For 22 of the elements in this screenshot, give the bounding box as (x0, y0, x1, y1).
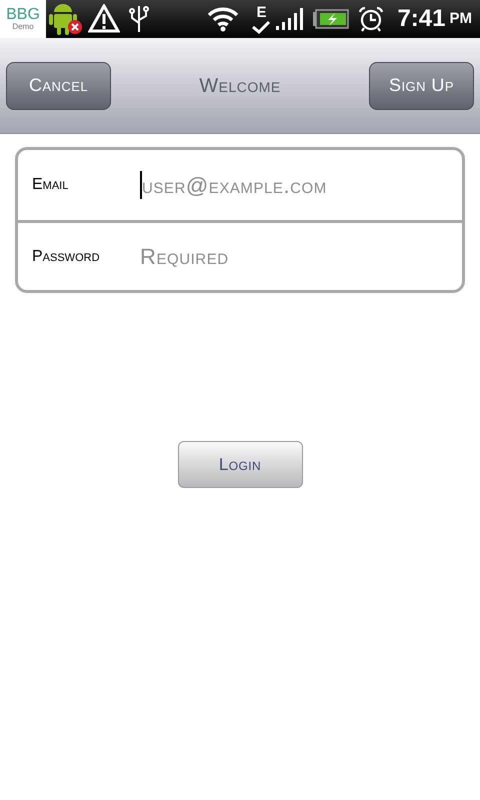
field-label: Email (31, 175, 70, 195)
app-badge-title: BBG (6, 7, 40, 23)
usb-icon (128, 4, 150, 34)
login-button[interactable]: Login (178, 441, 302, 488)
battery-charging-icon (313, 9, 350, 29)
text-cursor (140, 171, 142, 199)
clock-time: 7:41 (397, 4, 446, 34)
text-field[interactable]: Required (140, 240, 450, 273)
text-field[interactable]: user@example.com (142, 168, 450, 202)
sign-up-button[interactable]: Sign Up (368, 62, 474, 110)
alarm-clock-icon (357, 5, 386, 33)
clock-meridiem: PM (450, 8, 472, 28)
network-type-label: E (256, 4, 266, 20)
wifi-icon (207, 6, 240, 32)
warning-icon (88, 4, 120, 34)
screen-title: Welcome (199, 74, 281, 98)
app-badge-subtitle: Demo (12, 23, 34, 31)
check-icon (251, 20, 272, 34)
field-label: Password (31, 246, 101, 266)
android-robot-icon (48, 2, 84, 36)
cancel-button[interactable]: Cancel (6, 62, 111, 110)
signal-icon (275, 8, 306, 30)
